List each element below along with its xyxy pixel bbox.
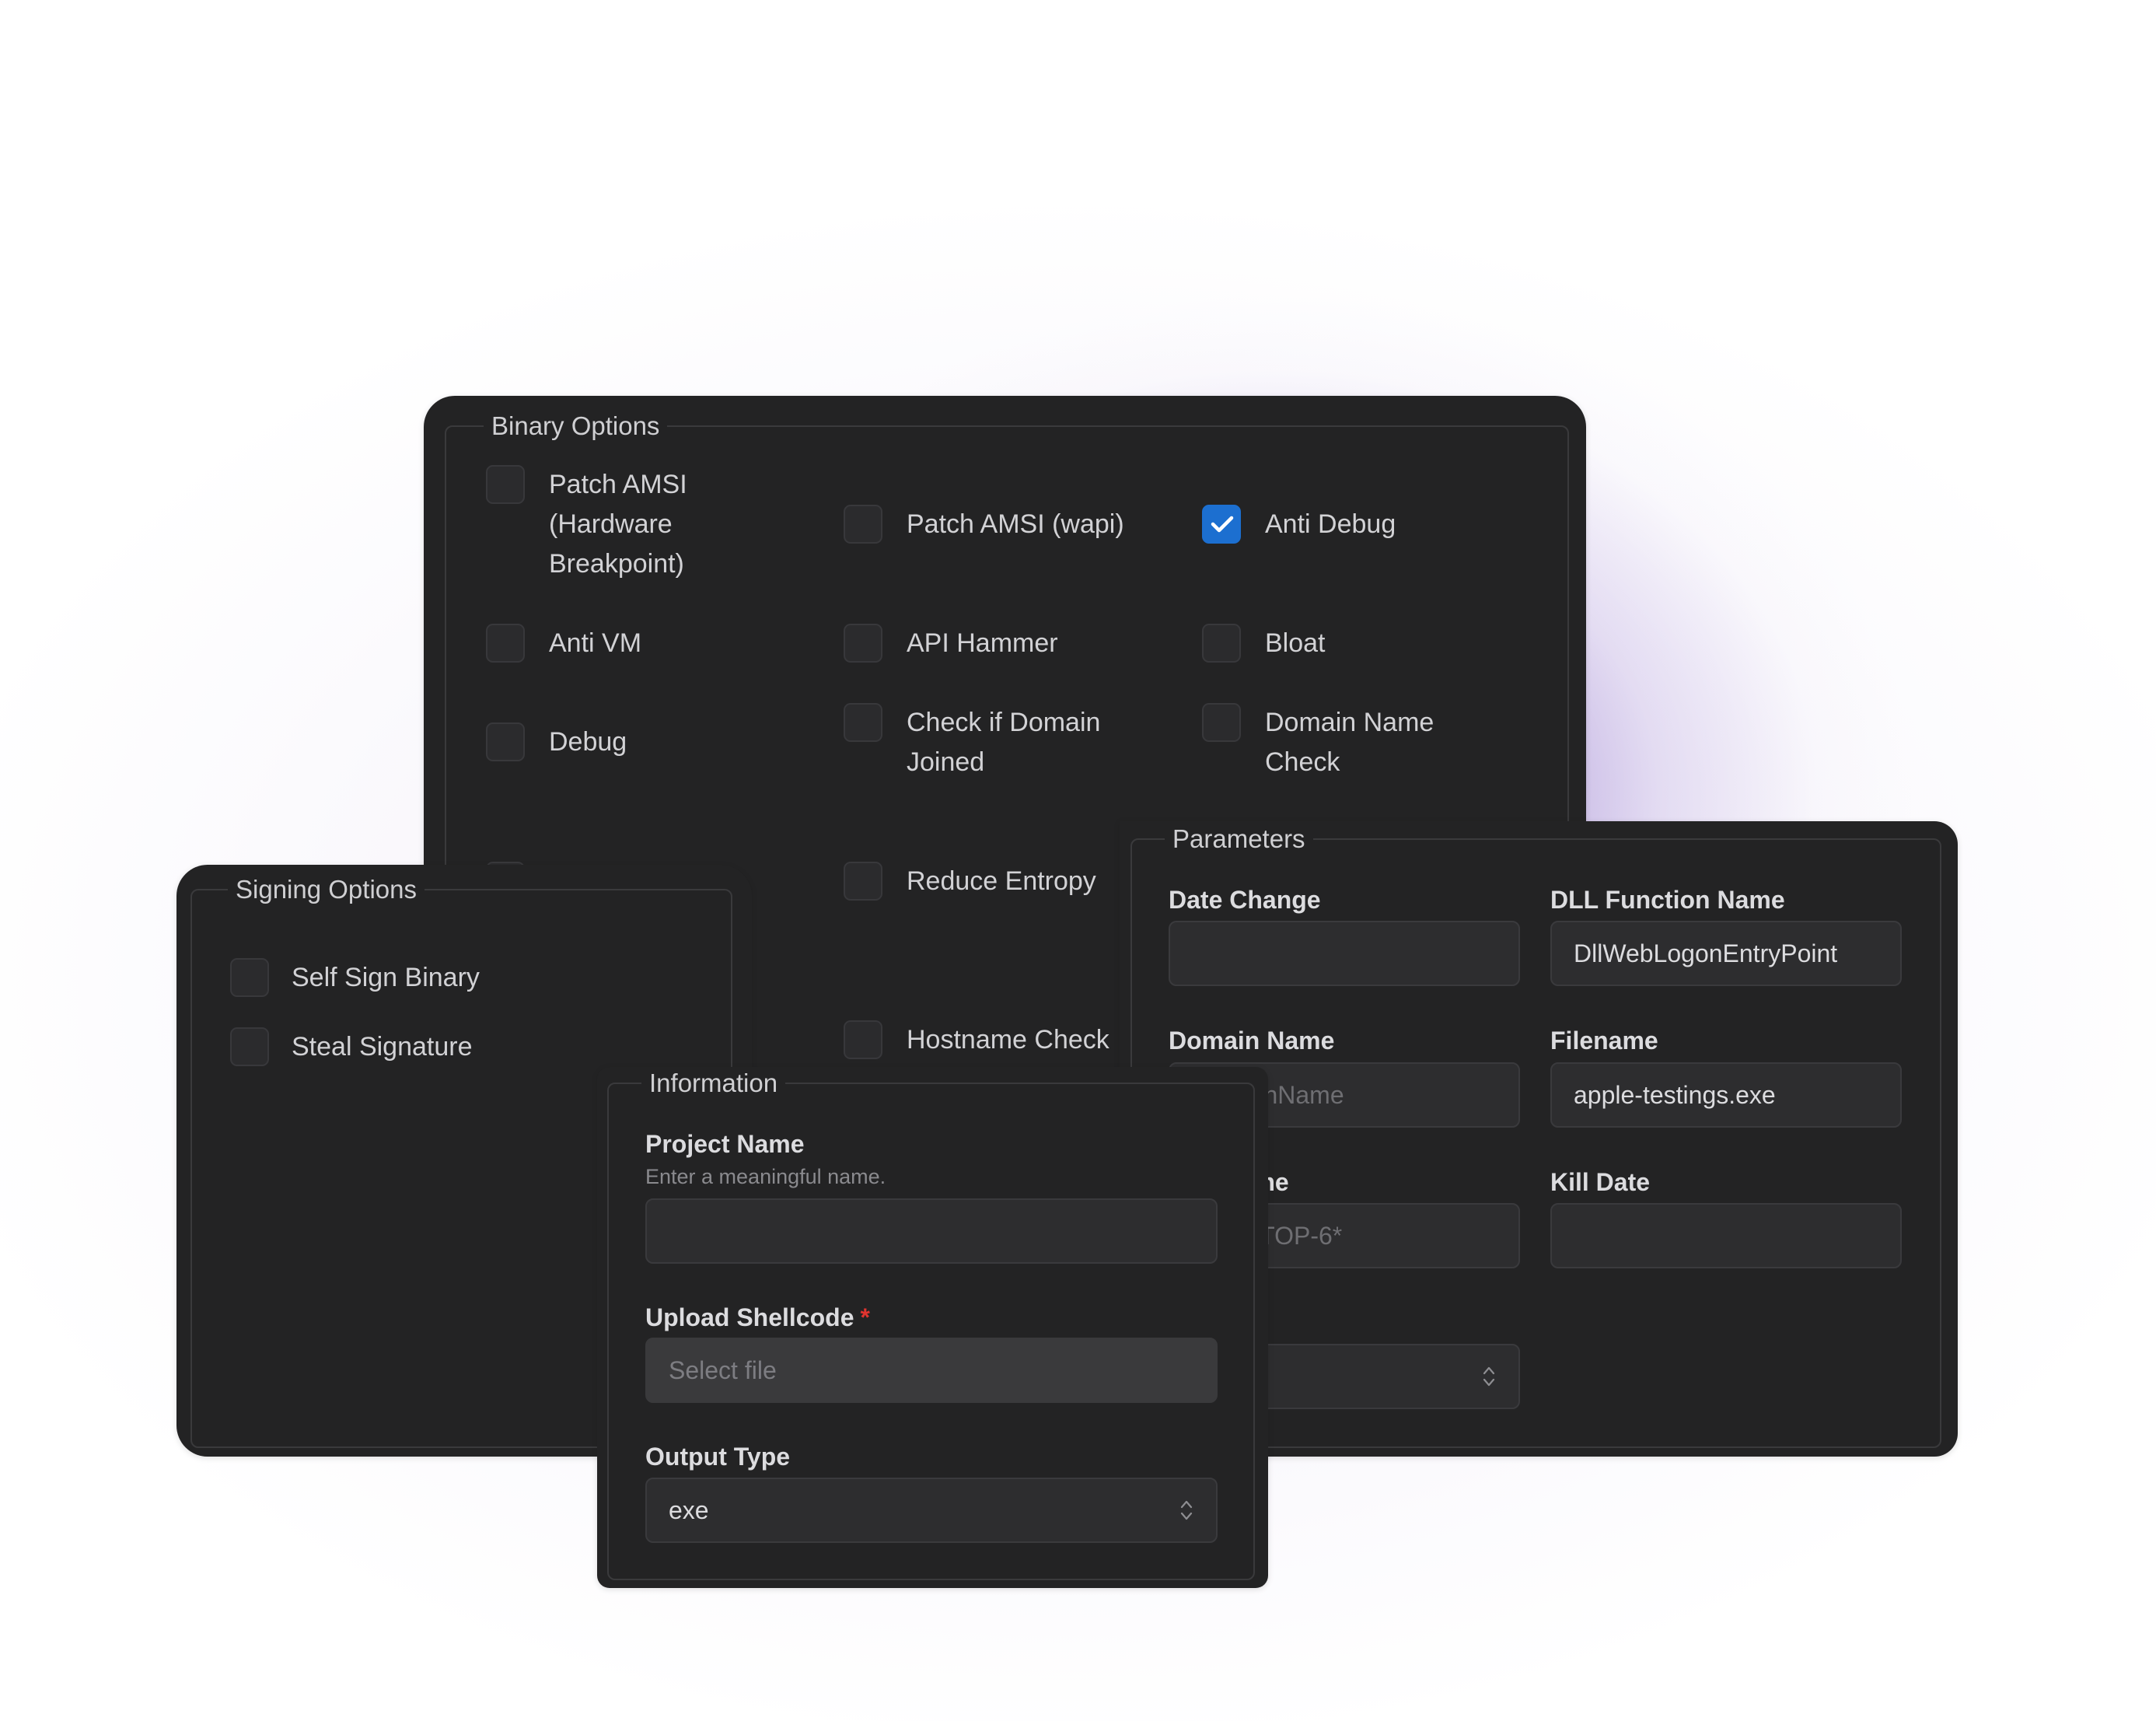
checkbox[interactable] [844, 703, 882, 742]
checkbox[interactable] [230, 958, 269, 997]
filename-label: Filename [1550, 1027, 1658, 1055]
output-type-label: Output Type [645, 1443, 791, 1471]
checkbox-label: Self Sign Binary [292, 963, 480, 992]
chevron-up-down-icon [1483, 1366, 1495, 1387]
checkbox[interactable] [1202, 703, 1241, 742]
information-panel: Information Project Name Enter a meaning… [597, 1067, 1268, 1588]
kill-date-input[interactable] [1550, 1203, 1902, 1268]
project-name-input[interactable] [645, 1198, 1218, 1264]
chevron-up-down-icon [1180, 1500, 1193, 1520]
checkbox[interactable] [486, 624, 525, 663]
filename-input[interactable]: apple-testings.exe [1550, 1062, 1902, 1128]
parameters-legend: Parameters [1165, 824, 1313, 854]
upload-shellcode-file-input[interactable]: Select file [645, 1338, 1218, 1403]
output-type-select[interactable]: exe [645, 1478, 1218, 1543]
output-type-value: exe [669, 1496, 709, 1524]
checkmark-icon [1211, 516, 1234, 533]
dll-function-name-input[interactable]: DllWebLogonEntryPoint [1550, 921, 1902, 986]
checkbox[interactable] [844, 1020, 882, 1059]
kill-date-label: Kill Date [1550, 1168, 1651, 1196]
signing-options-legend: Signing Options [228, 875, 425, 904]
project-name-label: Project Name [645, 1130, 805, 1158]
checkbox[interactable] [486, 722, 525, 761]
upload-shellcode-placeholder: Select file [669, 1356, 777, 1384]
checkbox[interactable] [844, 505, 882, 544]
checkbox[interactable] [230, 1027, 269, 1066]
checkbox-label: Steal Signature [292, 1032, 473, 1062]
checkbox-label: Hostname Check [907, 1025, 1109, 1055]
checkbox-label: Anti Debug [1265, 509, 1396, 539]
upload-shellcode-label: Upload Shellcode * [645, 1303, 870, 1332]
checkbox[interactable] [486, 465, 525, 504]
checkbox[interactable] [844, 862, 882, 901]
checkbox-checked[interactable] [1202, 505, 1241, 544]
upload-shellcode-label-text: Upload Shellcode [645, 1303, 854, 1331]
required-indicator: * [860, 1303, 870, 1331]
date-change-label: Date Change [1169, 886, 1321, 914]
project-name-hint: Enter a meaningful name. [645, 1165, 886, 1188]
information-legend: Information [641, 1069, 786, 1098]
checkbox[interactable] [844, 624, 882, 663]
checkbox-label: Domain Name Check [1265, 708, 1434, 777]
domain-name-label: Domain Name [1169, 1027, 1335, 1055]
checkbox-label: Check if Domain Joined [907, 708, 1101, 777]
checkbox-label: Anti VM [549, 628, 642, 658]
date-change-input[interactable] [1169, 921, 1520, 986]
checkbox[interactable] [1202, 624, 1241, 663]
checkbox-label: Reduce Entropy [907, 866, 1096, 896]
checkbox-label: Bloat [1265, 628, 1326, 658]
checkbox-label: API Hammer [907, 628, 1058, 658]
checkbox-label: Patch AMSI (wapi) [907, 509, 1124, 539]
checkbox-label: Debug [549, 727, 627, 757]
checkbox-label: Patch AMSI (Hardware Breakpoint) [549, 470, 687, 579]
dll-function-name-label: DLL Function Name [1550, 886, 1785, 914]
binary-options-legend: Binary Options [484, 411, 668, 441]
